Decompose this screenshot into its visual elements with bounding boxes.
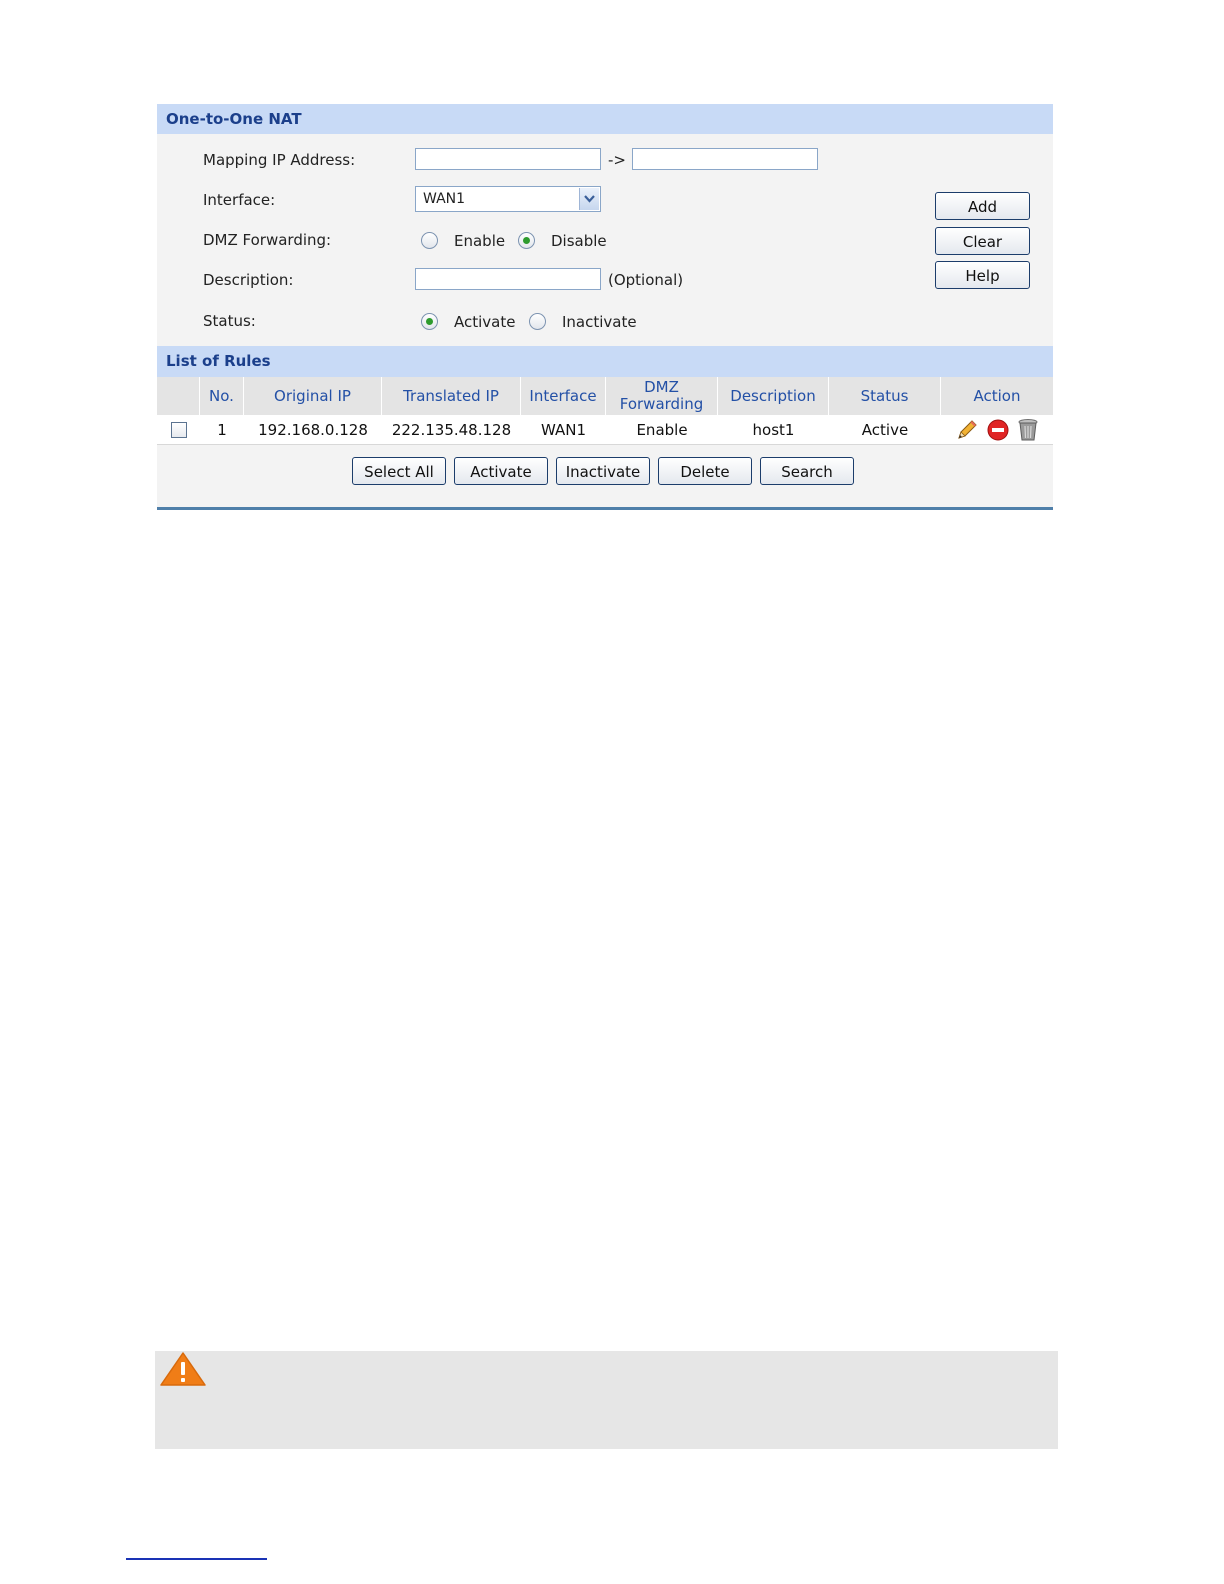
status-label: Status:: [203, 312, 256, 330]
red-stop-icon[interactable]: [987, 419, 1009, 441]
interface-selected-value: WAN1: [423, 191, 466, 207]
description-label: Description:: [203, 271, 294, 289]
column-select: [157, 377, 200, 415]
column-translated-ip: Translated IP: [382, 377, 521, 415]
rules-section-header: List of Rules: [157, 346, 1053, 377]
row-checkbox[interactable]: [170, 422, 187, 438]
row-status: Active: [861, 421, 909, 439]
dmz-enable-radio[interactable]: [421, 232, 438, 249]
row-original-ip: 192.168.0.128: [258, 421, 368, 439]
optional-note: (Optional): [608, 271, 684, 289]
status-activate-radio[interactable]: [421, 313, 438, 330]
note-box: [155, 1351, 1058, 1449]
clear-button[interactable]: Clear: [935, 227, 1030, 255]
row-dmz: Enable: [636, 421, 688, 439]
add-button[interactable]: Add: [935, 192, 1030, 220]
inactivate-button[interactable]: Inactivate: [556, 457, 650, 485]
mapping-ip-to-input[interactable]: [632, 148, 818, 170]
row-select-cell: [157, 415, 200, 445]
mapping-arrow: ->: [608, 151, 626, 169]
column-action: Action: [973, 386, 1021, 405]
description-input[interactable]: [415, 268, 601, 290]
pencil-edit-icon[interactable]: [955, 418, 979, 442]
mapping-ip-label: Mapping IP Address:: [203, 151, 356, 169]
interface-select[interactable]: WAN1: [415, 186, 601, 212]
rules-table-header: No. Original IP Translated IP Interface …: [157, 377, 1053, 415]
select-all-button[interactable]: Select All: [352, 457, 446, 485]
row-translated-ip: 222.135.48.128: [391, 421, 512, 439]
mapping-ip-from-input[interactable]: [415, 148, 601, 170]
dmz-enable-label: Enable: [454, 232, 506, 250]
help-button[interactable]: Help: [935, 261, 1030, 289]
chevron-down-icon[interactable]: [579, 188, 599, 210]
interface-label: Interface:: [203, 191, 276, 209]
row-actions: [941, 415, 1053, 445]
dmz-disable-label: Disable: [551, 232, 607, 250]
column-no: No.: [200, 377, 244, 415]
column-status: Status: [829, 377, 941, 415]
search-button[interactable]: Search: [760, 457, 854, 485]
one-to-one-nat-panel: One-to-One NAT Mapping IP Address: -> In…: [157, 104, 1053, 510]
status-inactivate-label: Inactivate: [562, 313, 637, 331]
footer-divider: [126, 1558, 267, 1560]
nat-section-header: One-to-One NAT: [157, 104, 1053, 134]
row-description: host1: [752, 421, 795, 439]
table-row: 1 192.168.0.128 222.135.48.128 WAN1 Enab…: [157, 415, 1053, 445]
trash-bin-icon[interactable]: [1017, 418, 1039, 442]
column-description: Description: [718, 377, 829, 415]
row-interface: WAN1: [540, 421, 587, 439]
delete-button[interactable]: Delete: [658, 457, 752, 485]
column-dmz-forwarding: DMZ Forwarding: [606, 377, 718, 415]
status-activate-label: Activate: [454, 313, 516, 331]
column-original-ip: Original IP: [244, 377, 382, 415]
status-inactivate-radio[interactable]: [529, 313, 546, 330]
column-dmz-line2: Forwarding: [619, 395, 704, 413]
column-interface: Interface: [521, 377, 606, 415]
dmz-disable-radio[interactable]: [518, 232, 535, 249]
warning-triangle-icon: [159, 1351, 207, 1391]
dmz-forwarding-label: DMZ Forwarding:: [203, 231, 332, 249]
row-no: 1: [217, 421, 227, 439]
activate-button[interactable]: Activate: [454, 457, 548, 485]
column-dmz-line1: DMZ: [644, 378, 679, 396]
